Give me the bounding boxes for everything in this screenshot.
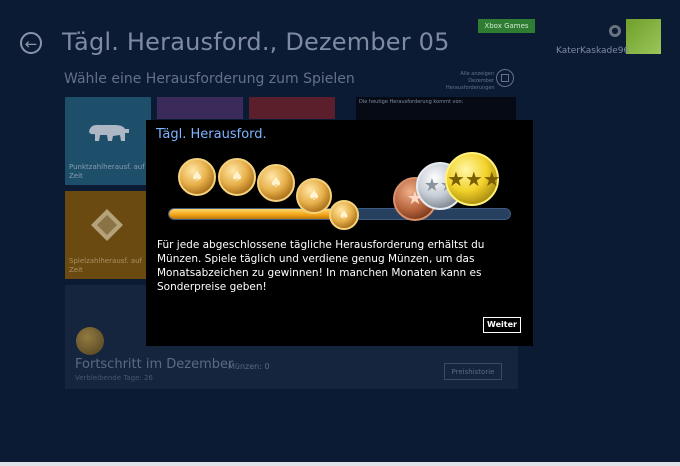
- view-all-label[interactable]: Alle anzeigen Dezember Herausforderungen: [446, 71, 495, 92]
- page-title: Tägl. Herausford., Dezember 05: [62, 28, 450, 56]
- calendar-icon[interactable]: [496, 69, 514, 87]
- xbox-games-button[interactable]: Xbox Games: [478, 19, 535, 33]
- coin-icon: [76, 327, 104, 355]
- daily-challenge-dialog: Tägl. Herausford. ♠ ♠ ♠ ♠ ♠ ★ ★★ ★★★ Für…: [146, 120, 533, 346]
- tile-red[interactable]: [249, 97, 335, 119]
- tile-score-challenge[interactable]: Punktzahlherausf. auf Zeit: [65, 97, 151, 185]
- today-challenge-label: Die heutige Herausforderung kommt von:: [359, 99, 464, 105]
- tile-purple[interactable]: [157, 97, 243, 119]
- days-left-label: Verbleibende Tage: 26: [75, 374, 153, 382]
- tile-games-challenge[interactable]: Spielzahlherausf. auf Zeit: [65, 191, 151, 279]
- tile-label: Punktzahlherausf. auf Zeit: [69, 163, 145, 180]
- gold-medal-icon: ★★★: [445, 152, 501, 206]
- polar-bear-icon: [89, 124, 129, 141]
- coins-count: Münzen: 0: [228, 362, 270, 371]
- page-subtitle: Wähle eine Herausforderung zum Spielen: [64, 71, 355, 87]
- coin-icon: ♠: [329, 200, 359, 230]
- dialog-title: Tägl. Herausford.: [156, 127, 267, 142]
- coin-icon: ♠: [296, 178, 332, 214]
- coin-icon: ♠: [178, 158, 216, 196]
- cards-icon: [91, 209, 123, 241]
- user-icon[interactable]: ●: [609, 25, 621, 37]
- coin-icon: ♠: [218, 158, 256, 196]
- gamertag[interactable]: KaterKaskade96: [556, 46, 629, 56]
- prize-history-button[interactable]: Preishistorie: [444, 363, 502, 380]
- taskbar: [0, 462, 680, 466]
- avatar[interactable]: [626, 19, 661, 54]
- next-button[interactable]: Weiter: [483, 317, 521, 333]
- coin-icon: ♠: [257, 164, 295, 202]
- tile-label: Spielzahlherausf. auf Zeit: [69, 257, 143, 274]
- progress-title: Fortschritt im Dezember: [75, 357, 234, 372]
- dialog-body: Für jede abgeschlossene tägliche Herausf…: [157, 239, 485, 293]
- back-arrow-icon[interactable]: ←: [20, 32, 42, 54]
